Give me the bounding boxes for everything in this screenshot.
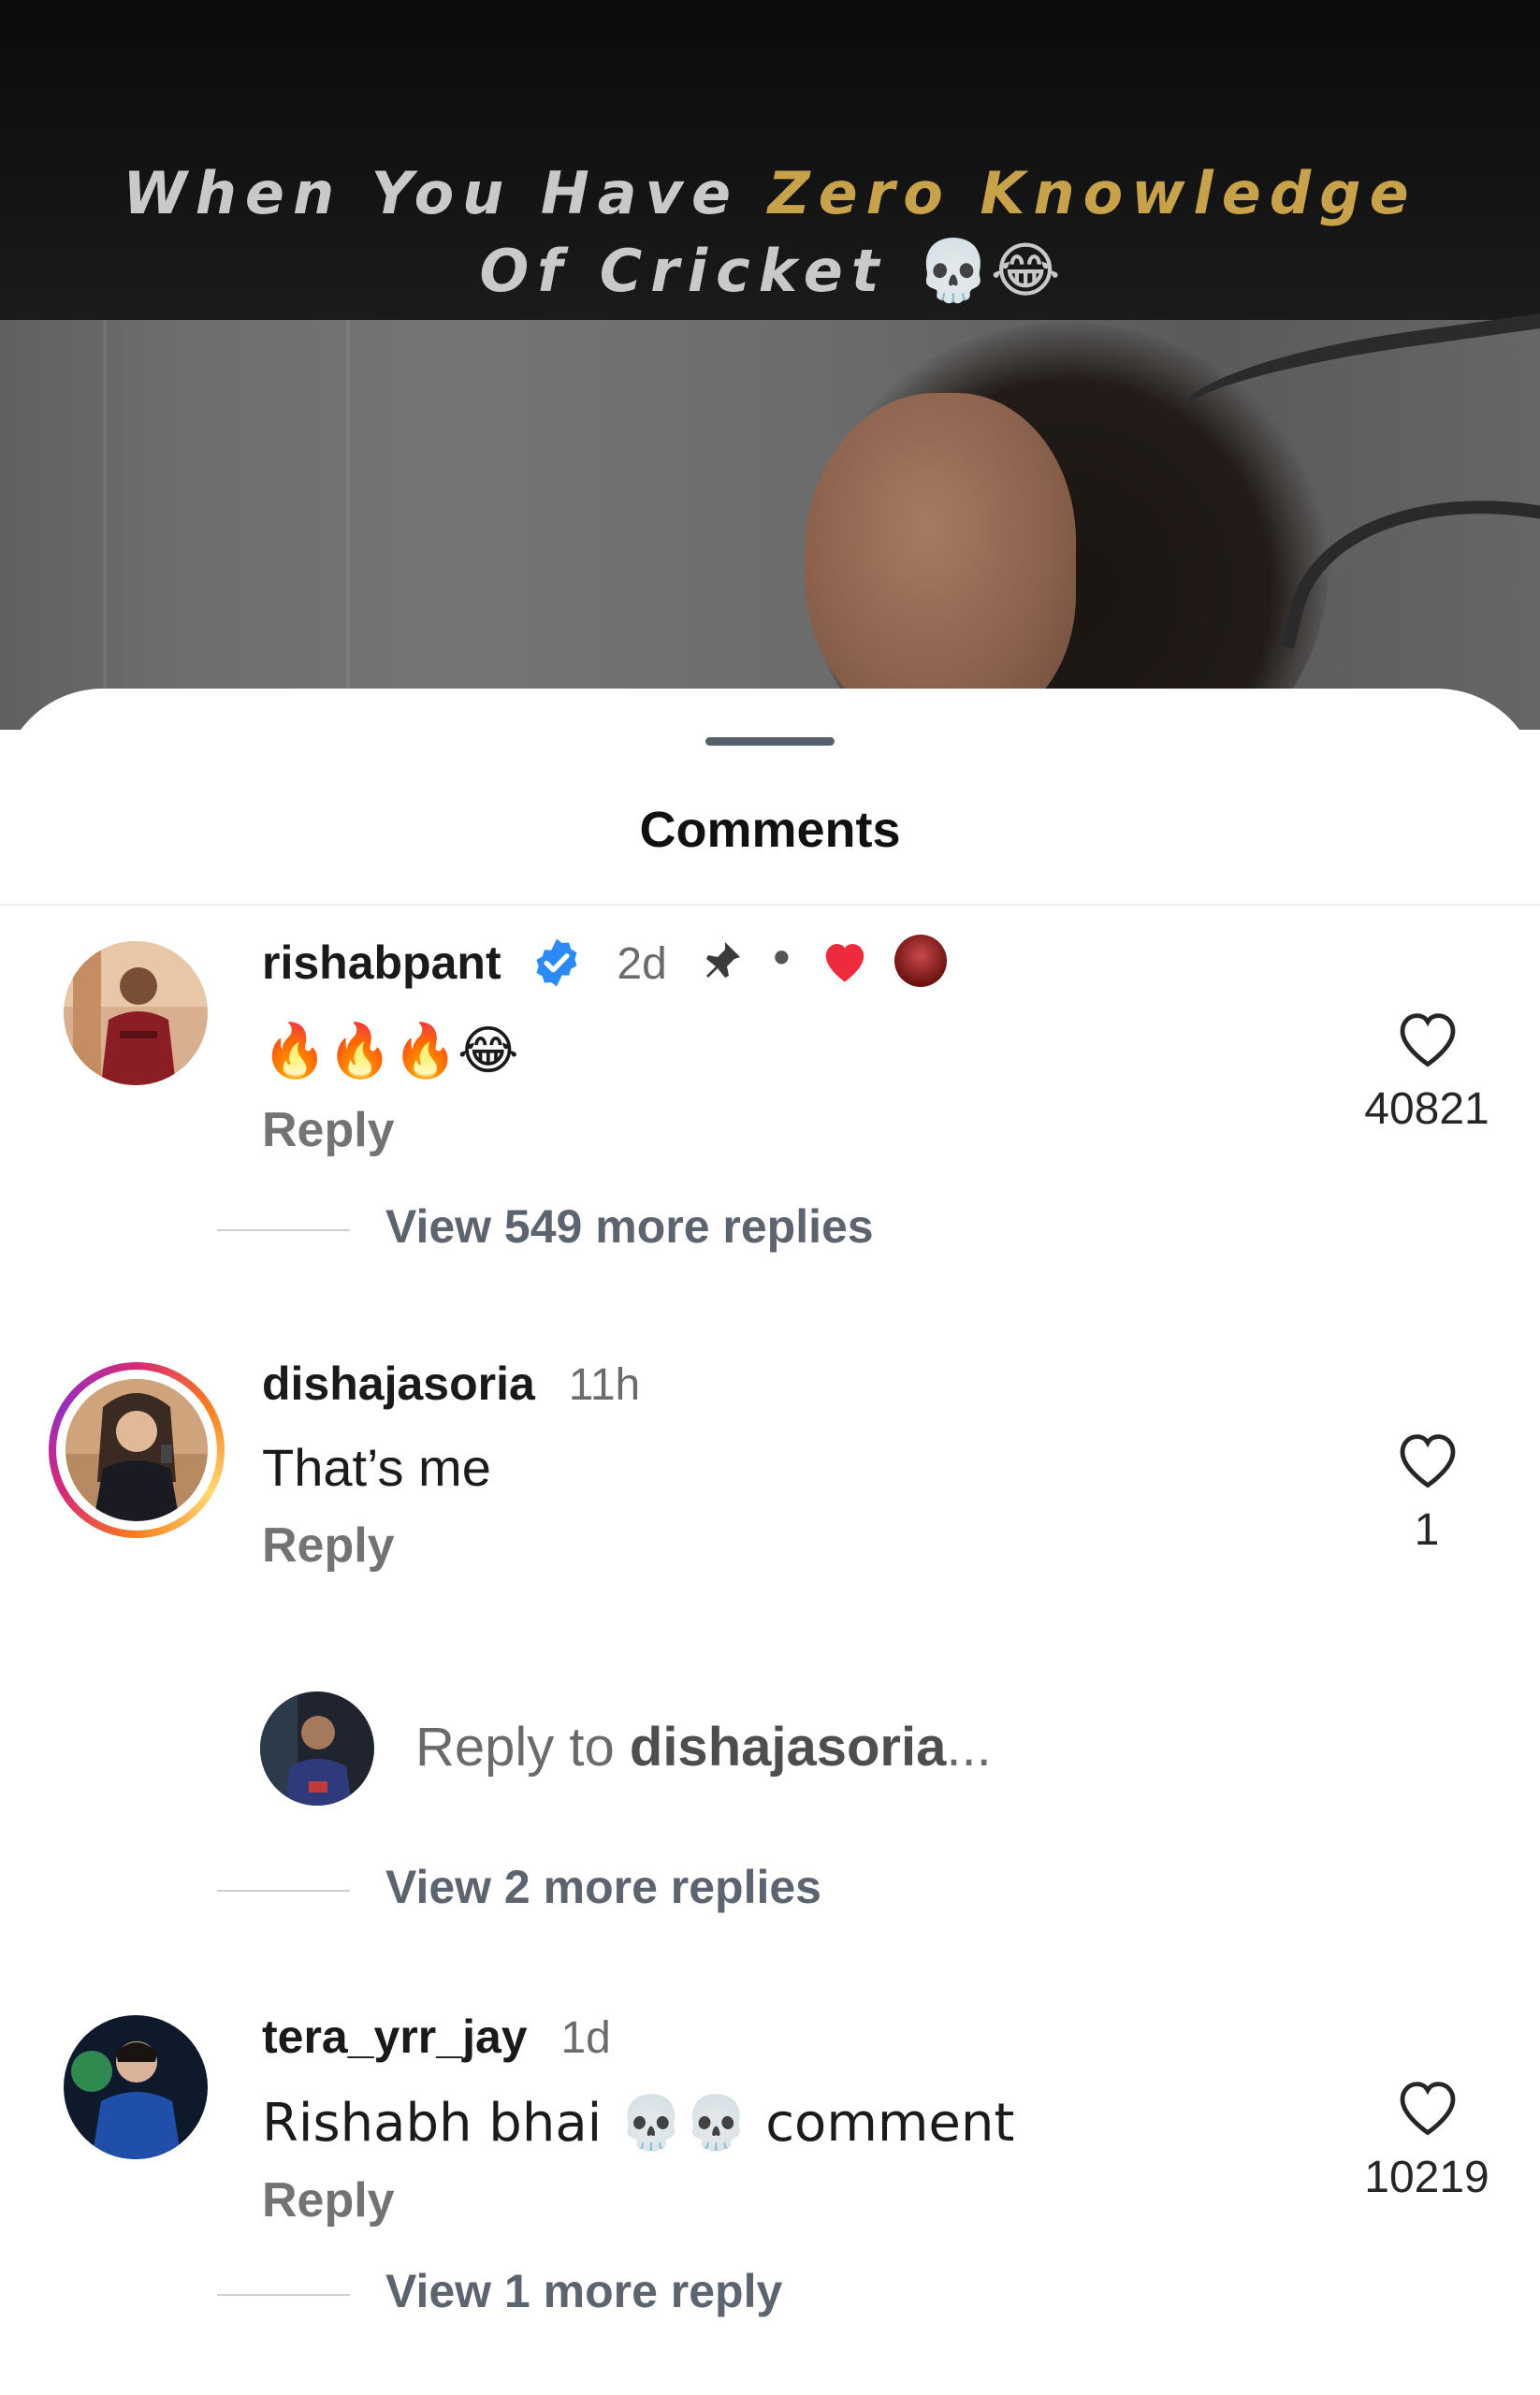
caption-accent: Zero Knowledge (767, 159, 1417, 227)
comment-text: Rishabh bhai 💀💀 comment (262, 2093, 1015, 2154)
comment-time: 11h (568, 1360, 641, 1410)
person-face (805, 393, 1076, 730)
view-more-replies-button[interactable]: View 1 more reply (385, 2264, 782, 2318)
reply-button[interactable]: Reply (262, 1102, 395, 1158)
avatar-image (64, 941, 208, 1085)
comment-text: 🔥🔥🔥😂 (262, 1021, 519, 1081)
thread-line (217, 1229, 350, 1231)
avatar-story-ring[interactable] (49, 1362, 225, 1538)
verified-badge-icon (530, 936, 584, 990)
username-text[interactable]: rishabpant (262, 936, 501, 989)
reply-button[interactable]: Reply (262, 1517, 395, 1574)
sheet-title: Comments (639, 802, 901, 858)
avatar[interactable] (65, 1379, 208, 1521)
thread-line (217, 1890, 350, 1892)
like-count: 1 (1414, 1505, 1440, 1555)
divider (0, 904, 1540, 906)
thread-line (217, 2294, 350, 2296)
avatar-image (260, 1691, 374, 1806)
avatar-image (64, 2015, 208, 2159)
like-count: 40821 (1364, 1084, 1489, 1134)
avatar-image (65, 1379, 208, 1521)
username-text[interactable]: dishajasoria (262, 1357, 535, 1410)
comment-text: That’s me (262, 1438, 491, 1497)
comments-sheet: Comments rishabpant 2d • 🔥🔥🔥😂 Reply 4082… (0, 689, 1540, 2395)
comment-username[interactable]: dishajasoria 11h (262, 1357, 640, 1411)
creator-avatar-mini (893, 934, 947, 987)
caption-emojis: 💀😂 (916, 237, 1061, 306)
video-caption-line1: When You Have Zero Knowledge (0, 159, 1540, 227)
reply-button[interactable]: Reply (262, 2172, 395, 2228)
like-heart-icon[interactable] (1394, 1428, 1461, 1489)
my-avatar (260, 1691, 374, 1806)
comment-username[interactable]: rishabpant 2d • (262, 931, 947, 994)
video-caption-line2: Of Cricket 💀😂 (0, 236, 1540, 306)
comment-username[interactable]: tera_yrr_jay 1d (262, 2010, 611, 2064)
like-heart-icon[interactable] (1394, 2075, 1461, 2137)
drag-handle[interactable] (705, 737, 835, 746)
username-text[interactable]: tera_yrr_jay (262, 2010, 528, 2063)
caption-line2-text: Of Cricket (479, 237, 917, 305)
reply-input[interactable]: Reply to dishajasoria... (415, 1716, 992, 1778)
view-more-replies-button[interactable]: View 2 more replies (385, 1860, 821, 1914)
reply-input-prefix: Reply to (415, 1717, 630, 1778)
view-more-replies-button[interactable]: View 549 more replies (385, 1199, 874, 1254)
wall-divider (103, 320, 107, 730)
caption-plain: When You Have (123, 159, 768, 227)
wall-divider (346, 320, 350, 730)
pin-icon (699, 938, 744, 983)
video-player[interactable]: When You Have Zero Knowledge Of Cricket … (0, 0, 1540, 730)
comment-time: 2d (617, 939, 667, 989)
avatar[interactable] (64, 2015, 208, 2159)
avatar[interactable] (64, 941, 208, 1085)
like-count: 10219 (1364, 2153, 1489, 2202)
like-heart-icon[interactable] (1394, 1007, 1461, 1068)
reply-input-username: dishajasoria (629, 1717, 947, 1778)
reply-input-ellipsis: ... (946, 1717, 992, 1778)
comment-time: 1d (560, 2013, 611, 2063)
separator-dot: • (773, 931, 791, 983)
creator-liked-heart-icon (820, 937, 870, 984)
